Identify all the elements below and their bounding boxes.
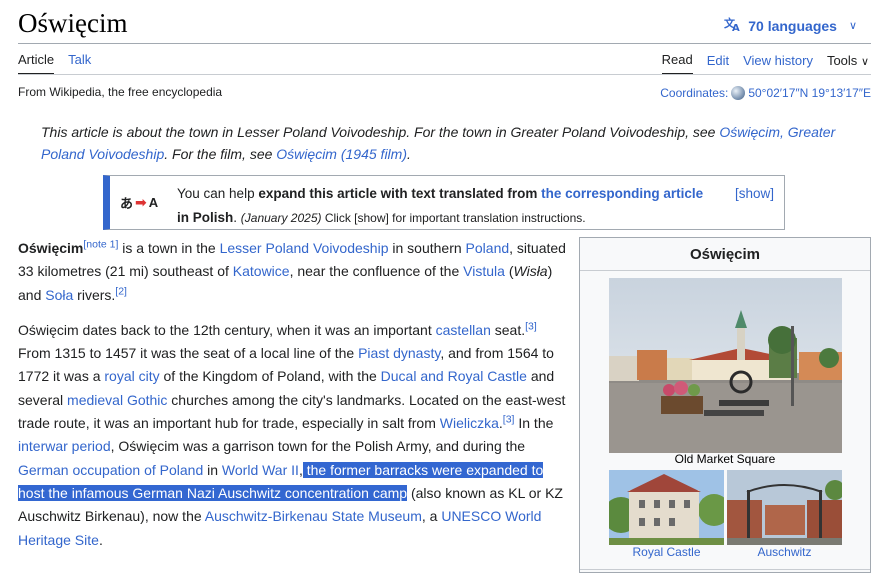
tools-menu[interactable]: Tools ∨ bbox=[827, 53, 869, 74]
market-square-image[interactable] bbox=[609, 278, 842, 453]
link-piast-dynasty[interactable]: Piast dynasty bbox=[358, 345, 440, 361]
notice-date: (January 2025) bbox=[240, 211, 322, 225]
text: , a bbox=[421, 508, 442, 525]
tab-article[interactable]: Article bbox=[18, 52, 55, 75]
coordinates-label: Coordinates: bbox=[660, 86, 729, 100]
link-world-war-ii[interactable]: World War II bbox=[222, 462, 299, 478]
text: in bbox=[203, 461, 222, 478]
infobox-divider bbox=[580, 270, 870, 271]
link-medieval[interactable]: medieval bbox=[67, 392, 123, 408]
page-title: Oświęcim bbox=[18, 8, 128, 38]
royal-castle-image[interactable] bbox=[609, 470, 724, 545]
infobox-divider bbox=[580, 569, 870, 570]
notice-text-part: You can help bbox=[177, 186, 259, 201]
globe-icon[interactable] bbox=[731, 86, 746, 100]
link-auschwitz-museum[interactable]: Auschwitz-Birkenau State Museum bbox=[205, 508, 422, 524]
note-1-ref[interactable]: [note 1] bbox=[83, 238, 118, 250]
tools-label: Tools bbox=[826, 53, 858, 68]
arrow-right-icon: ➡ bbox=[135, 194, 147, 210]
text: , near the confluence of the bbox=[289, 263, 464, 280]
chevron-down-icon: ∨ bbox=[860, 56, 869, 68]
chevron-down-icon: ∨ bbox=[848, 20, 857, 32]
title-divider bbox=[18, 43, 871, 44]
translation-notice: あ ➡ A You can help expand this article w… bbox=[103, 175, 785, 230]
link-german-occupation[interactable]: German occupation of Poland bbox=[18, 462, 203, 478]
namespace-tabs: Article Talk bbox=[18, 52, 91, 75]
text: Oświęcim dates back to the 12th century,… bbox=[18, 321, 436, 338]
hatnote-text: This article is about the town in Lesser… bbox=[41, 124, 720, 140]
notice-text-part: . bbox=[233, 210, 241, 225]
link-ducal-royal-castle[interactable]: Ducal and Royal Castle bbox=[381, 368, 527, 384]
translate-icon: 文A bbox=[724, 16, 742, 35]
link-poland[interactable]: Poland bbox=[466, 240, 510, 256]
coordinates: Coordinates: 50°02′17″N 19°13′17″E bbox=[660, 86, 871, 100]
link-vistula[interactable]: Vistula bbox=[463, 263, 505, 279]
translate-icon: あ ➡ A bbox=[120, 193, 158, 212]
language-button[interactable]: 文A 70 languages ∨ bbox=[724, 16, 857, 35]
coordinates-link[interactable]: 50°02′17″N 19°13′17″E bbox=[748, 86, 871, 100]
market-square-caption: Old Market Square bbox=[674, 452, 776, 466]
auschwitz-image[interactable] bbox=[727, 470, 842, 545]
hatnote: This article is about the town in Lesser… bbox=[41, 121, 867, 165]
text: of the Kingdom of Poland, with the bbox=[159, 368, 381, 385]
hatnote-link-film[interactable]: Oświęcim (1945 film) bbox=[276, 146, 407, 162]
text: in southern bbox=[388, 240, 466, 256]
text: ( bbox=[504, 263, 514, 280]
link-interwar-period[interactable]: interwar period bbox=[18, 438, 111, 454]
lead-paragraph: Oświęcim[note 1] is a town in the Lesser… bbox=[18, 237, 566, 307]
hatnote-text: . bbox=[407, 146, 411, 162]
article-subject: Oświęcim bbox=[18, 240, 84, 256]
tab-read[interactable]: Read bbox=[661, 52, 693, 75]
tab-talk[interactable]: Talk bbox=[68, 52, 91, 75]
notice-text: You can help expand this article with te… bbox=[177, 182, 707, 230]
link-wieliczka[interactable]: Wieliczka bbox=[440, 415, 499, 431]
svg-text:A: A bbox=[732, 23, 740, 32]
text: In the bbox=[514, 415, 554, 432]
text: From 1315 to 1457 it was the seat of a l… bbox=[18, 345, 359, 362]
link-sola[interactable]: Soła bbox=[45, 287, 73, 303]
ref-3[interactable]: [3] bbox=[503, 413, 515, 425]
notice-text-bold: expand this article with text translated… bbox=[258, 186, 542, 201]
infobox: Oświęcim Old Market Square Royal Castle … bbox=[579, 237, 871, 573]
article-body: Oświęcim[note 1] is a town in the Lesser… bbox=[18, 237, 566, 564]
notice-text-bold: in Polish bbox=[177, 210, 234, 225]
view-tabs: Read Edit View history Tools ∨ bbox=[661, 52, 869, 75]
royal-castle-caption[interactable]: Royal Castle bbox=[609, 545, 724, 559]
ref-2[interactable]: [2] bbox=[115, 285, 127, 297]
link-gothic[interactable]: Gothic bbox=[127, 392, 167, 408]
text: , Oświęcim was a garrison town for the P… bbox=[110, 438, 526, 455]
tab-view-history[interactable]: View history bbox=[743, 53, 813, 74]
show-button[interactable]: [show] bbox=[735, 182, 774, 206]
link-castellan[interactable]: castellan bbox=[436, 322, 491, 338]
infobox-title: Oświęcim bbox=[689, 246, 761, 263]
ref-3[interactable]: [3] bbox=[525, 320, 537, 332]
link-katowice[interactable]: Katowice bbox=[233, 263, 290, 279]
notice-instructions: Click [show] for important translation i… bbox=[321, 211, 586, 225]
hatnote-text: . For the film, see bbox=[164, 146, 277, 162]
text: . bbox=[98, 531, 103, 548]
auschwitz-caption[interactable]: Auschwitz bbox=[727, 545, 842, 559]
language-count: 70 languages bbox=[748, 17, 837, 34]
text: seat. bbox=[490, 321, 526, 338]
corresponding-article-link[interactable]: the corresponding article bbox=[541, 186, 703, 201]
translate-icon-source: あ bbox=[120, 196, 134, 211]
text: is a town in the bbox=[118, 240, 220, 256]
tab-edit[interactable]: Edit bbox=[707, 53, 729, 74]
translate-icon-target: A bbox=[148, 195, 159, 210]
history-paragraph: Oświęcim dates back to the 12th century,… bbox=[18, 319, 566, 552]
text-italic: Wisła bbox=[513, 263, 548, 280]
tabs-divider bbox=[18, 74, 871, 75]
link-royal-city[interactable]: royal city bbox=[104, 368, 159, 384]
link-lesser-poland[interactable]: Lesser Poland Voivodeship bbox=[220, 240, 389, 256]
text: rivers. bbox=[73, 286, 116, 303]
site-tagline: From Wikipedia, the free encyclopedia bbox=[18, 85, 223, 99]
